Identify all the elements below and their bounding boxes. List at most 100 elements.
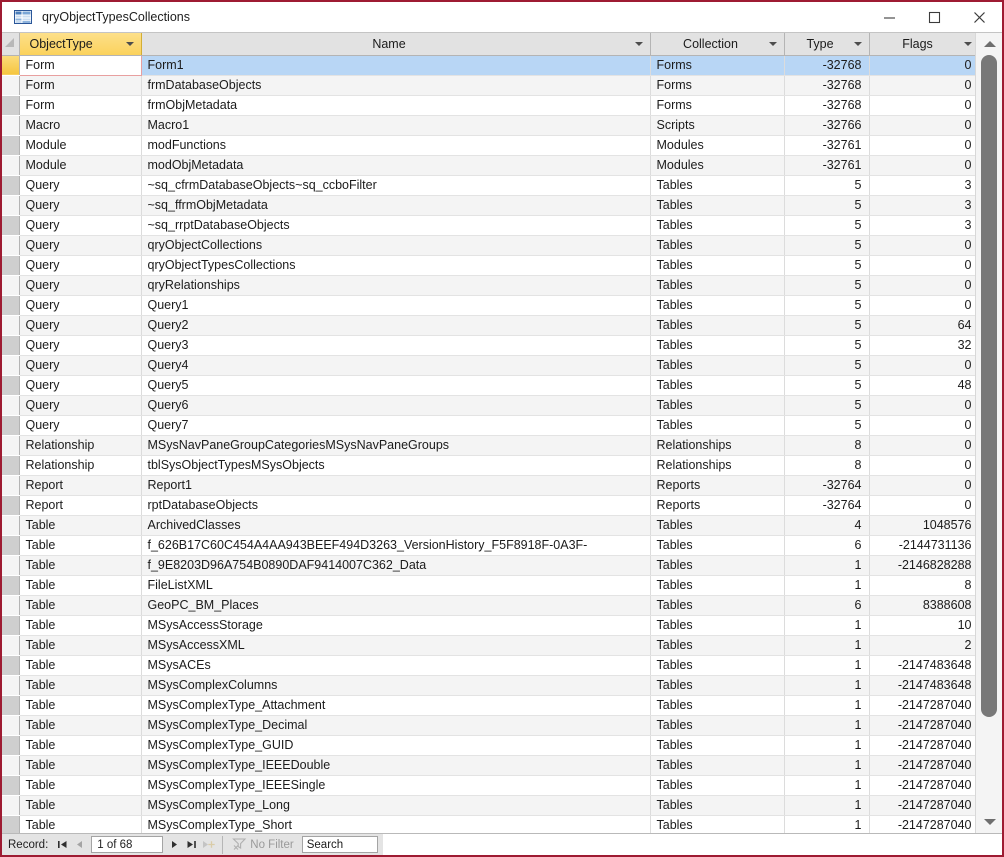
- cell-name[interactable]: Macro1: [141, 115, 651, 136]
- cell-type[interactable]: -32768: [784, 75, 870, 96]
- table-row[interactable]: Form frmDatabaseObjects Forms -32768 0: [2, 75, 980, 96]
- cell-collection[interactable]: Tables: [650, 295, 785, 316]
- cell-type[interactable]: 5: [784, 395, 870, 416]
- cell-collection[interactable]: Tables: [650, 235, 785, 256]
- cell-flags[interactable]: 32: [869, 335, 980, 356]
- cell-flags[interactable]: 3: [869, 215, 980, 236]
- row-selector[interactable]: [2, 215, 20, 236]
- cell-name[interactable]: tblSysObjectTypesMSysObjects: [141, 455, 651, 476]
- cell-type[interactable]: 5: [784, 335, 870, 356]
- table-row[interactable]: Table MSysAccessStorage Tables 1 10: [2, 615, 980, 636]
- cell-flags[interactable]: 0: [869, 475, 980, 496]
- cell-objecttype[interactable]: Query: [19, 215, 142, 236]
- cell-collection[interactable]: Tables: [650, 675, 785, 696]
- cell-name[interactable]: MSysComplexType_GUID: [141, 735, 651, 756]
- cell-type[interactable]: 5: [784, 215, 870, 236]
- cell-collection[interactable]: Tables: [650, 395, 785, 416]
- cell-collection[interactable]: Tables: [650, 595, 785, 616]
- cell-collection[interactable]: Tables: [650, 635, 785, 656]
- cell-objecttype[interactable]: Query: [19, 415, 142, 436]
- row-selector[interactable]: [2, 95, 20, 116]
- row-selector[interactable]: [2, 555, 20, 576]
- cell-flags[interactable]: -2147287040: [869, 755, 980, 776]
- cell-flags[interactable]: 3: [869, 195, 980, 216]
- cell-name[interactable]: f_9E8203D96A754B0890DAF9414007C362_Data: [141, 555, 651, 576]
- cell-type[interactable]: -32764: [784, 475, 870, 496]
- cell-objecttype[interactable]: Query: [19, 235, 142, 256]
- cell-flags[interactable]: 8388608: [869, 595, 980, 616]
- cell-objecttype[interactable]: Form: [19, 75, 142, 96]
- row-selector[interactable]: [2, 695, 20, 716]
- cell-type[interactable]: 5: [784, 355, 870, 376]
- cell-name[interactable]: qryObjectCollections: [141, 235, 651, 256]
- cell-type[interactable]: 5: [784, 255, 870, 276]
- cell-flags[interactable]: 64: [869, 315, 980, 336]
- cell-name[interactable]: frmObjMetadata: [141, 95, 651, 116]
- cell-flags[interactable]: -2147483648: [869, 655, 980, 676]
- cell-type[interactable]: -32761: [784, 155, 870, 176]
- cell-name[interactable]: Query3: [141, 335, 651, 356]
- cell-flags[interactable]: 0: [869, 255, 980, 276]
- table-row[interactable]: Table MSysACEs Tables 1 -2147483648: [2, 655, 980, 676]
- cell-objecttype[interactable]: Table: [19, 655, 142, 676]
- table-row[interactable]: Query qryObjectTypesCollections Tables 5 0: [2, 255, 980, 276]
- cell-type[interactable]: -32766: [784, 115, 870, 136]
- table-row[interactable]: Query ~sq_cfrmDatabaseObjects~sq_ccboFilt…: [2, 175, 980, 196]
- cell-type[interactable]: 5: [784, 175, 870, 196]
- scrollbar-thumb[interactable]: [981, 55, 997, 717]
- cell-collection[interactable]: Tables: [650, 195, 785, 216]
- cell-name[interactable]: Query4: [141, 355, 651, 376]
- cell-name[interactable]: MSysComplexType_Attachment: [141, 695, 651, 716]
- cell-type[interactable]: 8: [784, 435, 870, 456]
- cell-objecttype[interactable]: Table: [19, 535, 142, 556]
- cell-collection[interactable]: Forms: [650, 75, 785, 96]
- row-selector[interactable]: [2, 775, 20, 796]
- row-selector[interactable]: [2, 55, 20, 76]
- table-row[interactable]: Table f_626B17C60C454A4AA943BEEF494D3263_…: [2, 535, 980, 556]
- row-selector[interactable]: [2, 115, 20, 136]
- row-selector[interactable]: [2, 795, 20, 816]
- cell-objecttype[interactable]: Query: [19, 395, 142, 416]
- table-row[interactable]: Form Form1 Forms -32768 0: [2, 54, 980, 76]
- row-selector[interactable]: [2, 675, 20, 696]
- cell-objecttype[interactable]: Table: [19, 635, 142, 656]
- new-record-icon[interactable]: [200, 836, 217, 854]
- cell-collection[interactable]: Tables: [650, 215, 785, 236]
- table-row[interactable]: Relationship MSysNavPaneGroupCategoriesMS…: [2, 435, 980, 456]
- cell-name[interactable]: ~sq_rrptDatabaseObjects: [141, 215, 651, 236]
- cell-collection[interactable]: Tables: [650, 695, 785, 716]
- cell-name[interactable]: MSysComplexType_Decimal: [141, 715, 651, 736]
- column-header-objecttype[interactable]: ObjectType: [19, 33, 142, 56]
- cell-flags[interactable]: 0: [869, 235, 980, 256]
- cell-collection[interactable]: Tables: [650, 335, 785, 356]
- cell-flags[interactable]: -2147287040: [869, 815, 980, 833]
- cell-type[interactable]: 1: [784, 815, 870, 833]
- table-row[interactable]: Table MSysComplexType_Short Tables 1 -214728…: [2, 815, 980, 833]
- column-header-flags[interactable]: Flags: [869, 33, 980, 56]
- table-row[interactable]: Table MSysComplexType_Long Tables 1 -2147287…: [2, 795, 980, 816]
- cell-objecttype[interactable]: Table: [19, 715, 142, 736]
- cell-flags[interactable]: 0: [869, 55, 980, 76]
- cell-collection[interactable]: Tables: [650, 575, 785, 596]
- cell-type[interactable]: 1: [784, 555, 870, 576]
- cell-collection[interactable]: Tables: [650, 735, 785, 756]
- cell-type[interactable]: -32764: [784, 495, 870, 516]
- cell-objecttype[interactable]: Query: [19, 375, 142, 396]
- cell-objecttype[interactable]: Table: [19, 675, 142, 696]
- cell-collection[interactable]: Reports: [650, 495, 785, 516]
- cell-flags[interactable]: 2: [869, 635, 980, 656]
- cell-type[interactable]: 5: [784, 415, 870, 436]
- cell-name[interactable]: Query7: [141, 415, 651, 436]
- cell-flags[interactable]: 0: [869, 295, 980, 316]
- table-row[interactable]: Query Query3 Tables 5 32: [2, 335, 980, 356]
- cell-collection[interactable]: Tables: [650, 355, 785, 376]
- cell-type[interactable]: 5: [784, 195, 870, 216]
- cell-type[interactable]: 5: [784, 315, 870, 336]
- cell-collection[interactable]: Tables: [650, 175, 785, 196]
- cell-objecttype[interactable]: Query: [19, 175, 142, 196]
- cell-flags[interactable]: 0: [869, 355, 980, 376]
- next-record-icon[interactable]: [166, 836, 183, 854]
- last-record-icon[interactable]: [183, 836, 200, 854]
- filter-toggle-button[interactable]: No Filter: [228, 837, 297, 853]
- cell-name[interactable]: Query1: [141, 295, 651, 316]
